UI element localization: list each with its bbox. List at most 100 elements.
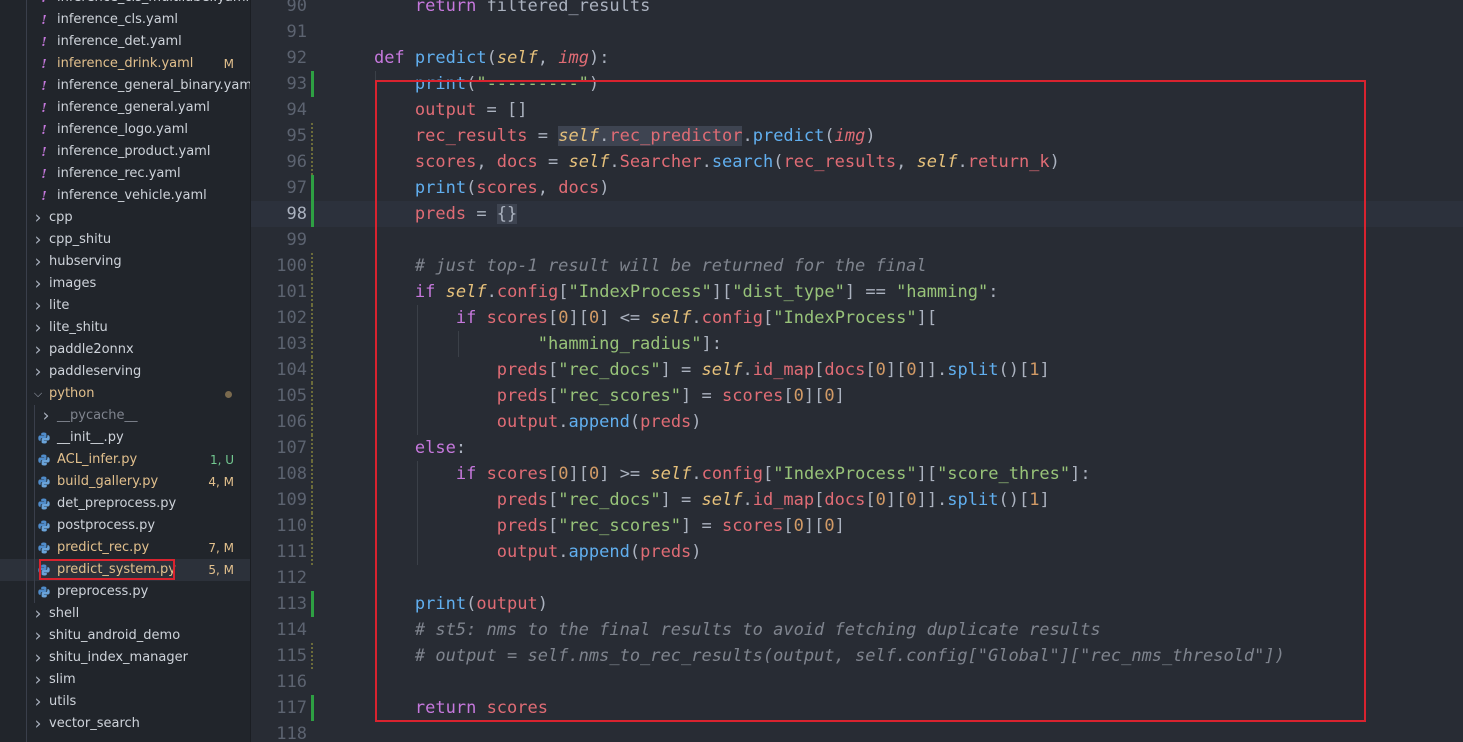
explorer-folder[interactable]: › cpp	[0, 207, 250, 229]
git-modified-indicator	[311, 643, 313, 669]
explorer-folder[interactable]: › __pycache__	[0, 405, 250, 427]
python-file-icon	[38, 493, 50, 510]
explorer-file[interactable]: preprocess.py	[0, 581, 250, 603]
explorer-folder[interactable]: › lite_shitu	[0, 317, 250, 339]
explorer-folder[interactable]: ⌵ python	[0, 383, 250, 405]
explorer-file[interactable]: ! inference_det.yaml	[0, 31, 250, 53]
explorer-folder[interactable]: › shitu_index_manager	[0, 647, 250, 669]
explorer-folder[interactable]: › slim	[0, 669, 250, 691]
explorer-file[interactable]: ! inference_general.yaml	[0, 97, 250, 119]
explorer-folder[interactable]: › images	[0, 273, 250, 295]
explorer-item-label: inference_cls.yaml	[57, 12, 178, 27]
git-added-indicator	[311, 175, 314, 201]
code-line[interactable]: 118	[251, 721, 1463, 742]
explorer-item-label: slim	[49, 672, 76, 687]
git-added-indicator	[311, 591, 314, 617]
chevron-right-icon: ›	[34, 296, 42, 316]
explorer-folder[interactable]: › utils	[0, 691, 250, 713]
chevron-right-icon: ›	[34, 274, 42, 294]
explorer-item-label: __init__.py	[57, 430, 124, 445]
explorer-file[interactable]: 1, U ACL_infer.py	[0, 449, 250, 471]
explorer-file[interactable]: postprocess.py	[0, 515, 250, 537]
line-number: 96	[286, 152, 307, 172]
explorer-file[interactable]: ! inference_product.yaml	[0, 141, 250, 163]
explorer-folder[interactable]: › lite	[0, 295, 250, 317]
explorer-file[interactable]: ! inference_cls.yaml	[0, 9, 250, 31]
git-modified-indicator	[311, 305, 313, 331]
chevron-right-icon: ›	[34, 626, 42, 646]
explorer-item-label: inference_det.yaml	[57, 34, 182, 49]
explorer-folder[interactable]: › shitu_android_demo	[0, 625, 250, 647]
git-modified-indicator	[311, 279, 313, 305]
explorer-item-label: predict_rec.py	[57, 540, 150, 555]
explorer-item-label: inference_cls_multilabel.yaml	[57, 0, 249, 9]
line-number: 109	[276, 490, 307, 510]
chevron-right-icon: ›	[34, 362, 42, 382]
git-modified-indicator	[311, 461, 313, 487]
explorer-file[interactable]: ! Minference_drink.yaml	[0, 53, 250, 75]
code-line[interactable]: 92 def predict(self, img):	[251, 45, 1463, 71]
explorer-item-label: vector_search	[49, 716, 140, 731]
yaml-file-icon: !	[38, 0, 50, 9]
explorer-folder[interactable]: › paddle2onnx	[0, 339, 250, 361]
chevron-right-icon: ›	[34, 604, 42, 624]
explorer-file[interactable]: 4, M build_gallery.py	[0, 471, 250, 493]
explorer-folder[interactable]: › vector_search	[0, 713, 250, 735]
explorer-item-label: ACL_infer.py	[57, 452, 138, 467]
python-file-icon	[38, 537, 50, 554]
git-added-indicator	[311, 71, 314, 97]
line-number: 93	[286, 74, 307, 94]
explorer-item-label: utils	[49, 694, 77, 709]
code-line[interactable]: 91	[251, 19, 1463, 45]
explorer-folder[interactable]: › paddleserving	[0, 361, 250, 383]
line-number: 107	[276, 438, 307, 458]
explorer-folder[interactable]: › cpp_shitu	[0, 229, 250, 251]
chevron-right-icon: ›	[34, 340, 42, 360]
explorer-file[interactable]: ! inference_cls_multilabel.yaml	[0, 0, 250, 9]
explorer-file[interactable]: ! inference_vehicle.yaml	[0, 185, 250, 207]
git-status-badge: 5, M	[208, 563, 234, 577]
git-modified-indicator	[311, 331, 313, 357]
line-number: 118	[276, 724, 307, 742]
explorer-sidebar: ! inference_cls_multilabel.yaml! inference…	[0, 0, 251, 742]
line-number: 114	[276, 620, 307, 640]
code-text: def predict(self, img):	[373, 48, 610, 68]
explorer-folder[interactable]: › hubserving	[0, 251, 250, 273]
explorer-folder[interactable]: › shell	[0, 603, 250, 625]
annotation-highlight-box	[375, 80, 1366, 722]
explorer-item-label: inference_general.yaml	[57, 100, 210, 115]
git-modified-indicator	[311, 539, 313, 565]
explorer-item-label: inference_drink.yaml	[57, 56, 194, 71]
python-file-icon	[38, 449, 50, 466]
explorer-item-label: images	[49, 276, 97, 291]
explorer-item-label: det_preprocess.py	[57, 496, 177, 511]
git-status-badge: 4, M	[208, 475, 234, 489]
explorer-file[interactable]: det_preprocess.py	[0, 493, 250, 515]
explorer-item-label: python	[49, 386, 95, 401]
explorer-file[interactable]: ! inference_general_binary.yaml	[0, 75, 250, 97]
explorer-file[interactable]: 7, M predict_rec.py	[0, 537, 250, 559]
yaml-file-icon: !	[41, 57, 47, 71]
code-line[interactable]: 90 return filtered_results	[251, 0, 1463, 19]
explorer-item-label: lite_shitu	[49, 320, 108, 335]
line-number: 94	[286, 100, 307, 120]
explorer-file[interactable]: ! inference_logo.yaml	[0, 119, 250, 141]
yaml-file-icon: !	[41, 123, 47, 137]
python-file-icon	[38, 581, 50, 598]
chevron-right-icon: ›	[34, 714, 42, 734]
git-modified-indicator	[311, 149, 313, 175]
line-number: 95	[286, 126, 307, 146]
explorer-item-label: hubserving	[49, 254, 122, 269]
line-number: 111	[276, 542, 307, 562]
line-number: 117	[276, 698, 307, 718]
line-number: 97	[286, 178, 307, 198]
git-modified-indicator	[311, 487, 313, 513]
explorer-file[interactable]: ! inference_rec.yaml	[0, 163, 250, 185]
line-number: 102	[276, 308, 307, 328]
code-editor[interactable]: 90 return filtered_results 91 92 def predi…	[251, 0, 1463, 742]
git-modified-indicator	[311, 513, 313, 539]
explorer-item-label: build_gallery.py	[57, 474, 159, 489]
explorer-file[interactable]: __init__.py	[0, 427, 250, 449]
git-modified-indicator	[311, 383, 313, 409]
modified-dot-badge	[225, 391, 232, 398]
